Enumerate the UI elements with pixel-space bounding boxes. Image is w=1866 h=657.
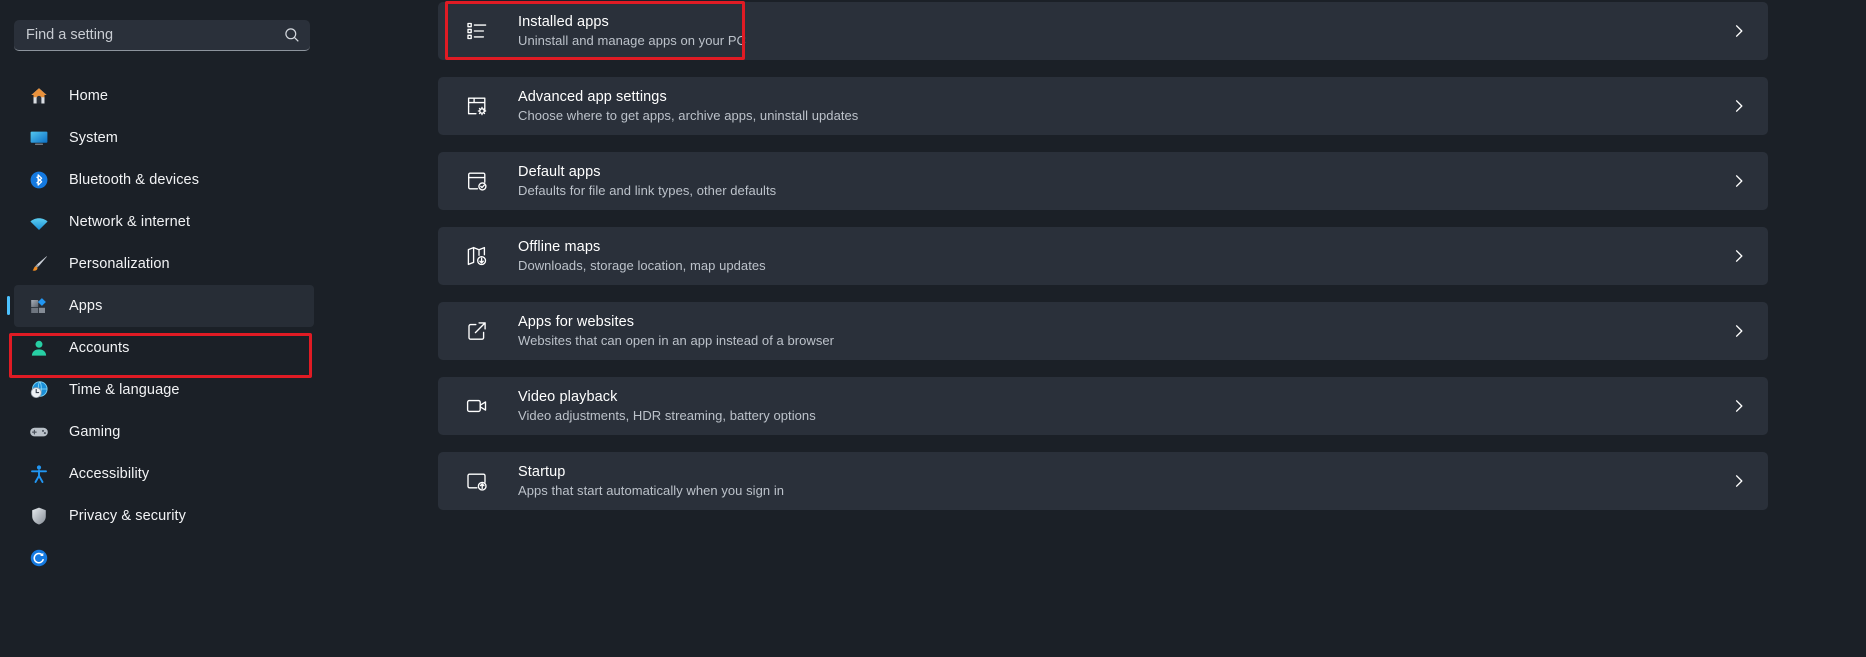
sidebar-item-label: Bluetooth & devices xyxy=(69,172,200,188)
paintbrush-icon xyxy=(28,253,50,275)
card-title: Offline maps xyxy=(518,238,601,255)
settings-card-advanced-app-settings[interactable]: Advanced app settings Choose where to get… xyxy=(438,77,1768,135)
settings-main-panel: Installed apps Uninstall and manage apps … xyxy=(340,0,1866,657)
settings-card-default-apps[interactable]: Default apps Defaults for file and link t… xyxy=(438,152,1768,210)
home-icon xyxy=(28,85,50,107)
sidebar-item-label: Gaming xyxy=(69,424,121,440)
chevron-right-icon[interactable] xyxy=(1731,23,1747,39)
card-title: Startup xyxy=(518,463,566,480)
settings-card-installed-apps[interactable]: Installed apps Uninstall and manage apps … xyxy=(438,2,1768,60)
card-title: Installed apps xyxy=(518,13,609,30)
chevron-right-icon[interactable] xyxy=(1731,398,1747,414)
map-download-icon xyxy=(464,243,490,269)
card-text-block: Video playback Video adjustments, HDR str… xyxy=(518,388,816,425)
sidebar-item-time-language[interactable]: Time & language xyxy=(14,369,314,411)
card-title: Advanced app settings xyxy=(518,88,667,105)
bluetooth-icon xyxy=(28,169,50,191)
sidebar-item-label: Accounts xyxy=(69,340,130,356)
settings-card-list: Installed apps Uninstall and manage apps … xyxy=(438,2,1768,527)
settings-card-apps-for-websites[interactable]: Apps for websites Websites that can open … xyxy=(438,302,1768,360)
card-subtitle: Downloads, storage location, map updates xyxy=(518,257,766,273)
card-title: Video playback xyxy=(518,388,618,405)
default-apps-icon xyxy=(464,168,490,194)
card-subtitle: Websites that can open in an app instead… xyxy=(518,332,835,348)
chevron-right-icon[interactable] xyxy=(1731,323,1747,339)
card-subtitle: Video adjustments, HDR streaming, batter… xyxy=(518,407,816,423)
video-camera-icon xyxy=(464,393,490,419)
apps-icon xyxy=(28,295,50,317)
card-text-block: Apps for websites Websites that can open … xyxy=(518,313,834,350)
sidebar-item-accounts[interactable]: Accounts xyxy=(14,327,314,369)
card-subtitle: Apps that start automatically when you s… xyxy=(518,482,785,498)
settings-card-offline-maps[interactable]: Offline maps Downloads, storage location,… xyxy=(438,227,1768,285)
sidebar-item-label: Personalization xyxy=(69,256,170,272)
accessibility-icon xyxy=(28,463,50,485)
sidebar-nav-list: Home System Bluetooth & devices Network & i… xyxy=(0,75,340,579)
sidebar-item-network-internet[interactable]: Network & internet xyxy=(14,201,314,243)
search-icon[interactable] xyxy=(284,27,300,43)
clock-globe-icon xyxy=(28,379,50,401)
chevron-right-icon[interactable] xyxy=(1731,173,1747,189)
sidebar-item-bluetooth-devices[interactable]: Bluetooth & devices xyxy=(14,159,314,201)
startup-icon xyxy=(464,468,490,494)
chevron-right-icon[interactable] xyxy=(1731,248,1747,264)
open-external-icon xyxy=(464,318,490,344)
settings-card-startup[interactable]: Startup Apps that start automatically whe… xyxy=(438,452,1768,510)
sidebar-item-label: Network & internet xyxy=(69,214,191,230)
search-input[interactable] xyxy=(26,27,284,43)
person-icon xyxy=(28,337,50,359)
shield-icon xyxy=(28,505,50,527)
chevron-right-icon[interactable] xyxy=(1731,98,1747,114)
sidebar-item-label: Apps xyxy=(69,298,103,314)
card-text-block: Advanced app settings Choose where to get… xyxy=(518,88,858,125)
sidebar-item-system[interactable]: System xyxy=(14,117,314,159)
system-icon xyxy=(28,127,50,149)
sidebar-item-label: System xyxy=(69,130,118,146)
search-box[interactable] xyxy=(14,20,310,51)
card-subtitle: Defaults for file and link types, other … xyxy=(518,182,777,198)
sidebar-item-windows-update[interactable] xyxy=(14,537,314,579)
wifi-icon xyxy=(28,211,50,233)
card-text-block: Installed apps Uninstall and manage apps … xyxy=(518,13,746,50)
sidebar-item-gaming[interactable]: Gaming xyxy=(14,411,314,453)
settings-card-video-playback[interactable]: Video playback Video adjustments, HDR str… xyxy=(438,377,1768,435)
sidebar-item-apps[interactable]: Apps xyxy=(7,285,314,327)
sidebar-item-privacy-security[interactable]: Privacy & security xyxy=(14,495,314,537)
chevron-right-icon[interactable] xyxy=(1731,473,1747,489)
sidebar-item-accessibility[interactable]: Accessibility xyxy=(14,453,314,495)
card-subtitle: Choose where to get apps, archive apps, … xyxy=(518,107,859,123)
sidebar-item-personalization[interactable]: Personalization xyxy=(14,243,314,285)
windows-update-icon xyxy=(28,547,50,569)
settings-sidebar: Home System Bluetooth & devices Network & i… xyxy=(0,0,340,657)
card-text-block: Offline maps Downloads, storage location,… xyxy=(518,238,766,275)
sidebar-item-label: Home xyxy=(69,88,109,104)
card-title: Apps for websites xyxy=(518,313,635,330)
sidebar-item-label: Time & language xyxy=(69,382,180,398)
sidebar-item-home[interactable]: Home xyxy=(14,75,314,117)
card-text-block: Startup Apps that start automatically whe… xyxy=(518,463,784,500)
bulleted-list-icon xyxy=(464,18,490,44)
card-subtitle: Uninstall and manage apps on your PC xyxy=(518,32,746,48)
sidebar-item-label: Accessibility xyxy=(69,466,150,482)
card-text-block: Default apps Defaults for file and link t… xyxy=(518,163,776,200)
app-settings-icon xyxy=(464,93,490,119)
gamepad-icon xyxy=(28,421,50,443)
card-title: Default apps xyxy=(518,163,601,180)
sidebar-item-label: Privacy & security xyxy=(69,508,187,524)
